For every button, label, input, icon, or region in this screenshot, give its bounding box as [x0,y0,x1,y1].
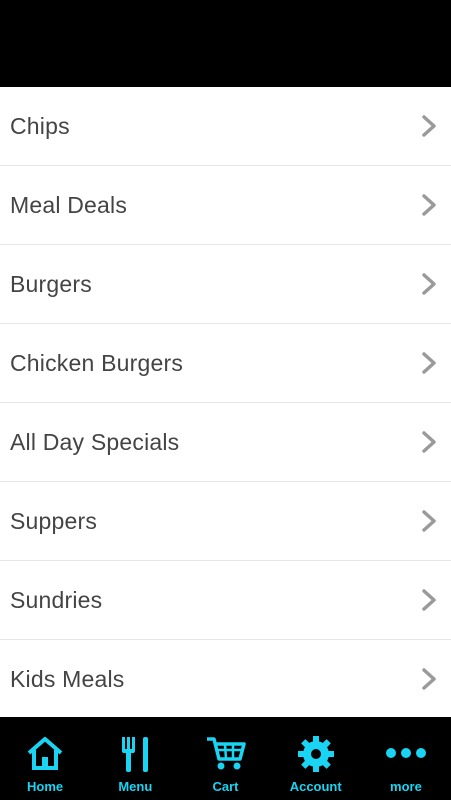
chevron-right-icon [422,510,436,532]
chevron-right-icon [422,115,436,137]
top-header-bar [0,0,451,87]
chevron-right-icon [422,431,436,453]
menu-item-label: Chicken Burgers [10,349,184,376]
menu-item-label: Sundries [10,586,103,613]
menu-item-all-day-specials[interactable]: All Day Specials [0,403,451,482]
more-dots-icon [385,748,426,758]
menu-item-label: Burgers [10,270,92,297]
tab-label: Cart [212,779,239,794]
chevron-right-icon [422,352,436,374]
menu-category-list: Chips Meal Deals Burgers Chicken Burgers… [0,87,451,717]
bottom-tab-bar: Home Menu Cart Account more [0,717,451,800]
tab-label: Menu [118,779,153,794]
tab-more[interactable]: more [361,717,451,800]
fork-knife-icon [122,737,149,772]
tab-label: Account [289,779,342,794]
menu-item-burgers[interactable]: Burgers [0,245,451,324]
menu-item-chicken-burgers[interactable]: Chicken Burgers [0,324,451,403]
chevron-right-icon [422,589,436,611]
chevron-right-icon [422,668,436,690]
chevron-right-icon [422,273,436,295]
menu-item-label: All Day Specials [10,428,180,455]
menu-item-label: Meal Deals [10,191,128,218]
tab-home[interactable]: Home [0,717,90,800]
menu-item-suppers[interactable]: Suppers [0,482,451,561]
menu-item-chips[interactable]: Chips [0,87,451,166]
tab-label: Home [27,779,64,794]
cart-icon [206,737,246,770]
chevron-right-icon [422,194,436,216]
tab-label: more [390,779,422,794]
menu-item-label: Chips [10,112,70,139]
menu-item-kids-meals[interactable]: Kids Meals [0,640,451,718]
menu-item-label: Kids Meals [10,665,125,692]
menu-item-meal-deals[interactable]: Meal Deals [0,166,451,245]
menu-item-label: Suppers [10,507,98,534]
menu-item-sundries[interactable]: Sundries [0,561,451,640]
tab-account[interactable]: Account [271,717,361,800]
home-icon [27,737,63,770]
tab-cart[interactable]: Cart [180,717,270,800]
tab-menu[interactable]: Menu [90,717,180,800]
gear-icon [297,736,334,772]
